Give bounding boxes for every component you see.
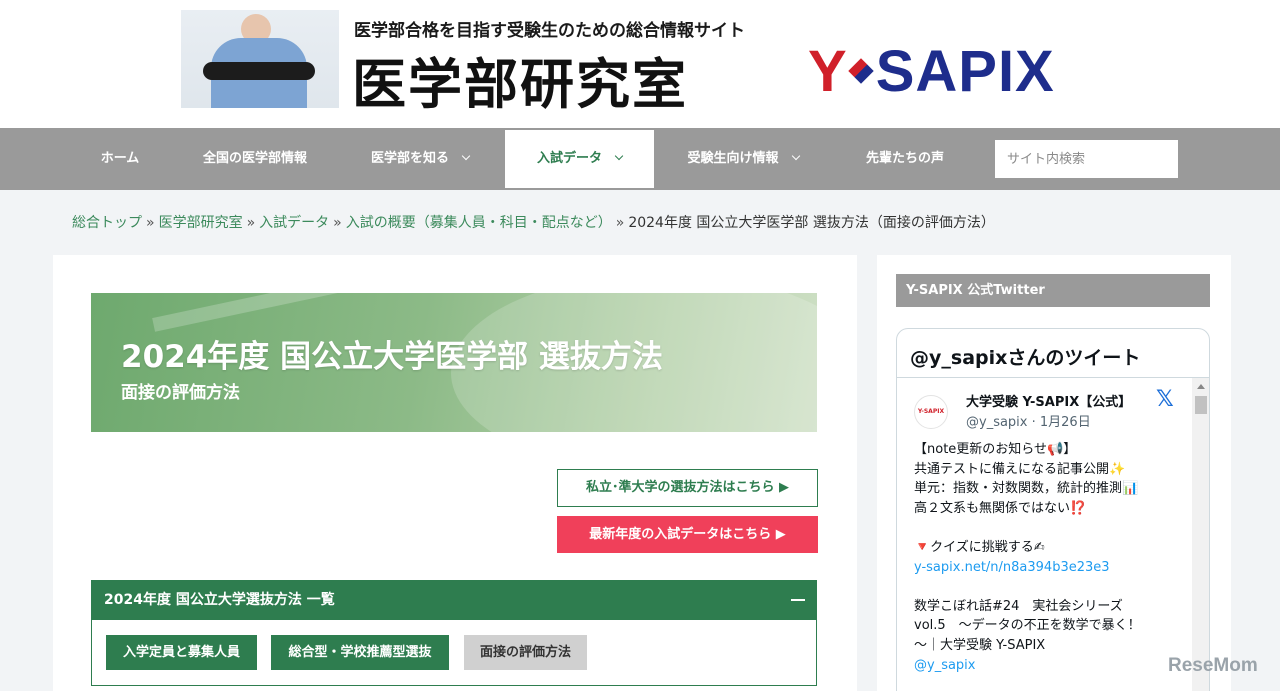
nav-item-home[interactable]: ホーム [80, 128, 160, 190]
breadcrumb-link-research[interactable]: 医学部研究室 [159, 215, 243, 231]
tweet-line [914, 577, 1184, 597]
nav-item-senior-voices[interactable]: 先輩たちの声 [840, 128, 970, 190]
nav-item-label: 入試データ [536, 151, 602, 166]
accordion-title: 2024年度 国公立大学選抜方法 一覧 [104, 592, 335, 608]
tweet-line: 数学こぼれ話#24 実社会シリーズ [914, 598, 1123, 614]
nav-item-label: ホーム [100, 151, 140, 166]
page-title: 2024年度 国公立大学医学部 選抜方法 [121, 339, 663, 375]
site-header: 医学部合格を目指す受験生のための総合情報サイト 医学部研究室 Y SAPIX [0, 0, 1280, 128]
breadcrumb-separator: » [246, 215, 256, 231]
nav-item-student-info[interactable]: 受験生向け情報 [668, 128, 818, 190]
tweet-line: vol.5 ～データの不正を数学で暴く！ [914, 618, 1141, 634]
scroll-up-icon[interactable] [1197, 384, 1205, 389]
sidebar: Y-SAPIX 公式Twitter @y_sapixさんのツイート Y-SAPI… [877, 255, 1231, 691]
breadcrumb-link-overview[interactable]: 入試の概要（募集人員・科目・配点など） [346, 215, 612, 231]
accordion-body: 入学定員と募集人員 総合型・学校推薦型選抜 面接の評価方法 [91, 620, 817, 686]
ysapix-logo-text: SAPIX [875, 39, 1055, 104]
nav-item-national-schools[interactable]: 全国の医学部情報 [182, 128, 328, 190]
tweet-line: 🔻クイズに挑戦する✍ [914, 539, 1045, 555]
tweet-line: 【note更新のお知らせ📢】 [914, 442, 1077, 457]
timeline-title[interactable]: @y_sapixさんのツイート [910, 343, 1140, 370]
tweet-mention-link[interactable]: @y_sapix [914, 656, 1184, 676]
breadcrumb-separator: » [146, 215, 155, 231]
ysapix-logo[interactable]: Y SAPIX [808, 38, 1055, 105]
site-search-input[interactable] [995, 140, 1178, 178]
private-university-link-button[interactable]: 私立･準大学の選抜方法はこちら ▶ [557, 469, 818, 507]
nav-item-exam-data[interactable]: 入試データ [505, 130, 654, 188]
twitter-timeline: @y_sapixさんのツイート Y-SAPIX 大学受験 Y-SAPIX【公式】… [896, 328, 1210, 691]
timeline-divider [897, 377, 1209, 378]
tag-comprehensive-selection[interactable]: 総合型・学校推薦型選抜 [271, 635, 449, 670]
latest-exam-data-button[interactable]: 最新年度の入試データはこちら ▶ [557, 516, 818, 553]
nav-item-about-medicine[interactable]: 医学部を知る [352, 128, 488, 190]
tag-enrollment-capacity[interactable]: 入学定員と募集人員 [106, 635, 257, 670]
timeline-scrollbar[interactable] [1192, 378, 1209, 691]
resemom-watermark: ReseMom [1168, 655, 1258, 676]
breadcrumb-link-exam-data[interactable]: 入試データ [259, 215, 329, 231]
tweet-line: 単元：指数・対数関数，統計的推測📊 [914, 481, 1139, 497]
nav-item-label: 医学部を知る [370, 151, 449, 166]
banner-pen-decoration [152, 293, 390, 332]
tweet-line: 高２文系も無関係ではない⁉️ [914, 500, 1087, 516]
nav-item-label: 全国の医学部情報 [202, 151, 307, 166]
breadcrumb: 総合トップ» 医学部研究室» 入試データ» 入試の概要（募集人員・科目・配点など）» 2… [72, 212, 995, 232]
collapse-icon[interactable] [791, 599, 805, 601]
chevron-down-icon [791, 151, 800, 161]
chevron-down-icon [461, 151, 471, 161]
ysapix-logo-y: Y [808, 39, 848, 104]
accordion-header[interactable]: 2024年度 国公立大学選抜方法 一覧 [91, 580, 817, 620]
tweet-text: 【note更新のお知らせ📢】 共通テストに備えになる記事公開✨ 単元：指数・対数… [914, 440, 1184, 675]
tweet-handle-date[interactable]: @y_sapix · 1月26日 [966, 411, 1091, 430]
x-logo-icon[interactable]: 𝕏 [1156, 387, 1174, 412]
nav-item-label: 先輩たちの声 [865, 151, 944, 166]
tweet-line: ～｜大学受験 Y-SAPIX [914, 637, 1046, 653]
photo-arms [203, 62, 315, 80]
breadcrumb-link-top[interactable]: 総合トップ [72, 215, 142, 231]
sidebar-heading: Y-SAPIX 公式Twitter [896, 274, 1210, 307]
site-tagline[interactable]: 医学部合格を目指す受験生のための総合情報サイト [354, 16, 745, 41]
header-doctor-photo[interactable] [181, 10, 339, 108]
chevron-down-icon [614, 151, 624, 161]
breadcrumb-separator: » [333, 215, 342, 231]
page-banner: 2024年度 国公立大学医学部 選抜方法 面接の評価方法 [91, 293, 817, 432]
tweet-avatar[interactable]: Y-SAPIX [914, 395, 948, 429]
tweet-line [914, 518, 1184, 538]
page-subtitle: 面接の評価方法 [121, 383, 240, 403]
tweet-line: 共通テストに備えになる記事公開✨ [914, 461, 1126, 477]
tweet-link[interactable]: y-sapix.net/n/n8a394b3e23e3 [914, 558, 1184, 578]
ysapix-diamond-icon [847, 57, 874, 84]
tag-interview-evaluation[interactable]: 面接の評価方法 [464, 635, 587, 670]
breadcrumb-current: 2024年度 国公立大学医学部 選抜方法（面接の評価方法） [628, 215, 995, 231]
scrollbar-thumb[interactable] [1195, 396, 1207, 414]
nav-item-label: 受験生向け情報 [687, 151, 779, 166]
breadcrumb-separator: » [615, 215, 625, 231]
tweet-author-name[interactable]: 大学受験 Y-SAPIX【公式】 [966, 391, 1131, 410]
site-logo[interactable]: 医学部研究室 [352, 40, 688, 119]
main-content: 2024年度 国公立大学医学部 選抜方法 面接の評価方法 私立･準大学の選抜方法… [53, 255, 857, 691]
